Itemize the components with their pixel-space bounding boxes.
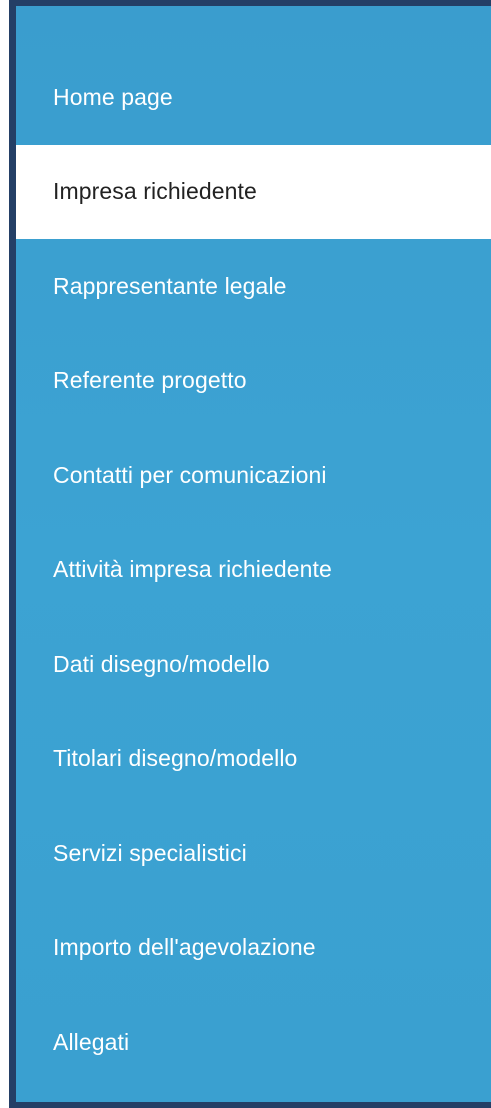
sidebar-item-impresa-richiedente[interactable]: Impresa richiedente bbox=[16, 144, 491, 239]
sidebar-item-label: Rappresentante legale bbox=[53, 272, 287, 299]
sidebar-item-attivita-impresa[interactable]: Attività impresa richiedente bbox=[16, 523, 491, 618]
sidebar-item-label: Importo dell'agevolazione bbox=[53, 934, 316, 961]
sidebar-item-label: Allegati bbox=[53, 1028, 130, 1055]
sidebar-item-label: Referente progetto bbox=[53, 367, 247, 394]
sidebar-item-titolari-disegno-modello[interactable]: Titolari disegno/modello bbox=[16, 712, 491, 807]
sidebar-frame: ⌃ Home page Impresa richiedente Rapprese… bbox=[9, 0, 491, 1108]
sidebar-item-home-page[interactable]: Home page bbox=[16, 50, 491, 145]
sidebar-item-label: Attività impresa richiedente bbox=[53, 556, 332, 583]
sidebar-item-dati-disegno-modello[interactable]: Dati disegno/modello bbox=[16, 617, 491, 712]
sidebar-item-servizi-specialistici[interactable]: Servizi specialistici bbox=[16, 806, 491, 901]
sidebar-nav: Home page Impresa richiedente Rappresent… bbox=[16, 6, 491, 1102]
sidebar-item-label: Impresa richiedente bbox=[53, 178, 257, 205]
sidebar-item-contatti-comunicazioni[interactable]: Contatti per comunicazioni bbox=[16, 428, 491, 523]
sidebar-menu: Home page Impresa richiedente Rappresent… bbox=[16, 50, 491, 1090]
sidebar-item-label: Servizi specialistici bbox=[53, 839, 247, 866]
sidebar-item-allegati[interactable]: Allegati bbox=[16, 995, 491, 1090]
sidebar-item-referente-progetto[interactable]: Referente progetto bbox=[16, 334, 491, 429]
sidebar-item-label: Contatti per comunicazioni bbox=[53, 461, 327, 488]
sidebar-item-label: Titolari disegno/modello bbox=[53, 745, 298, 772]
sidebar-item-label: Dati disegno/modello bbox=[53, 650, 270, 677]
sidebar-item-label: Home page bbox=[53, 83, 173, 110]
sidebar-item-rappresentante-legale[interactable]: Rappresentante legale bbox=[16, 239, 491, 334]
sidebar-item-importo-agevolazione[interactable]: Importo dell'agevolazione bbox=[16, 901, 491, 996]
